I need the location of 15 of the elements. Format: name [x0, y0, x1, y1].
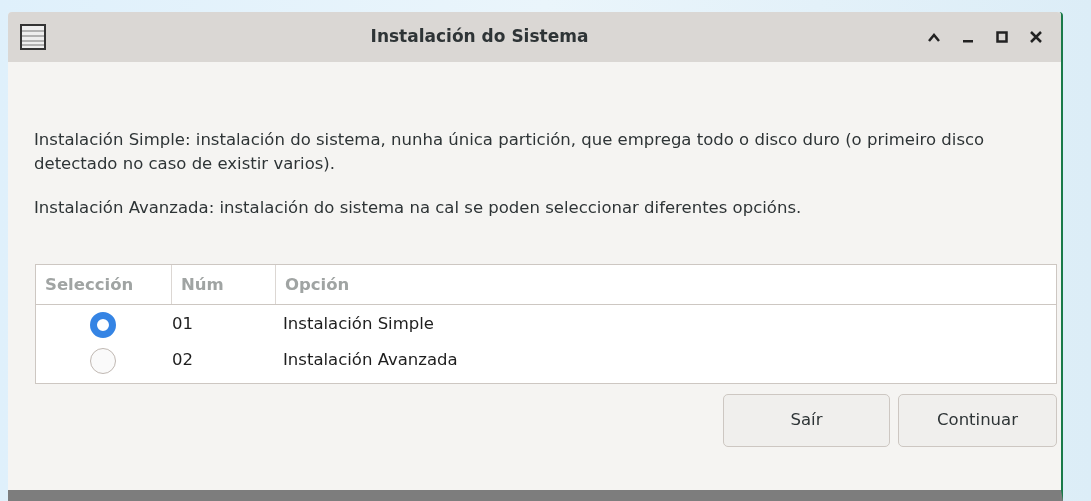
radio-button[interactable]	[90, 347, 116, 374]
exit-button[interactable]: Saír	[723, 393, 890, 447]
table-cell: 02	[172, 350, 193, 370]
window-title: Instalación do Sistema	[369, 25, 590, 49]
table-cell: Instalación Simple	[283, 314, 434, 334]
column-header: Opción	[284, 273, 351, 296]
column-header: Núm	[172, 264, 276, 304]
table-cell: 01	[172, 314, 193, 334]
description-text: Instalación Simple: instalación do sistema, nunha única partición, que emprega todo o disco duro (o primeiro disco detectado no caso de existir varios).	[33, 129, 986, 175]
description-text: Instalación Avanzada: instalación do sistema na cal se poden seleccionar diferentes opcións.	[33, 196, 803, 219]
continue-button[interactable]: Continuar	[898, 393, 1057, 447]
window-menu-icon[interactable]	[20, 24, 46, 50]
table-cell: Instalación Avanzada	[283, 350, 458, 370]
radio-button[interactable]	[90, 311, 116, 338]
column-header: Selección	[36, 264, 172, 304]
